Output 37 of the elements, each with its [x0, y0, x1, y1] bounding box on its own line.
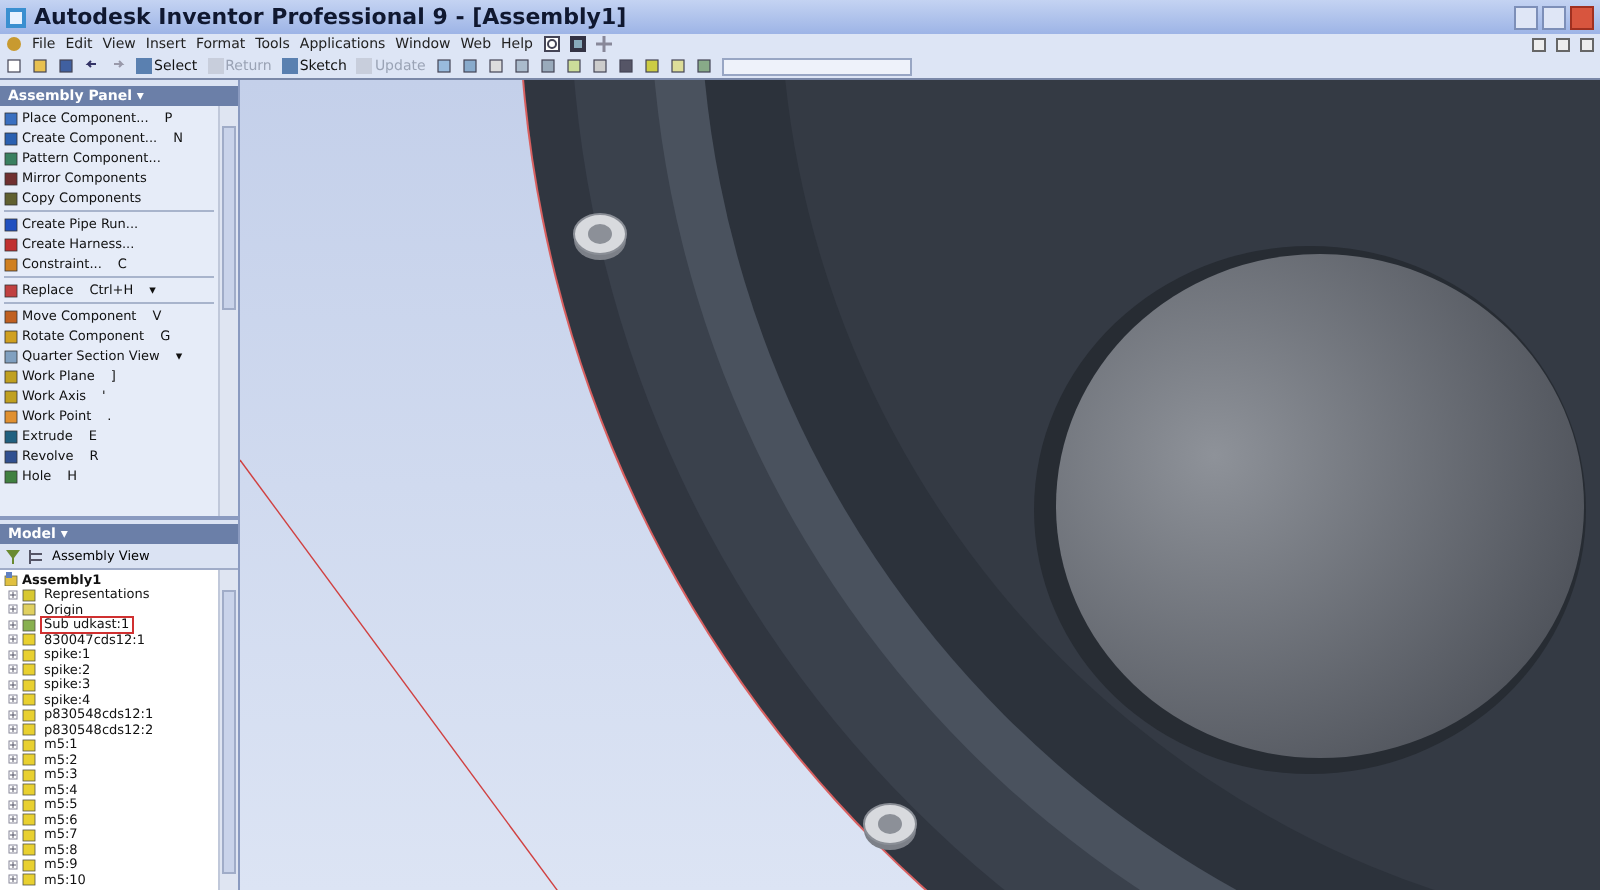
expand-icon[interactable] [8, 754, 18, 765]
window-title: Autodesk Inventor Professional 9 - [Assembly1] [34, 4, 629, 30]
expand-icon[interactable] [8, 604, 18, 615]
close-button[interactable] [1570, 5, 1594, 29]
expand-icon[interactable] [8, 829, 18, 840]
expand-icon[interactable] [8, 724, 18, 735]
expand-icon[interactable] [8, 874, 18, 885]
plus-icon [595, 36, 612, 52]
expand-icon[interactable] [8, 664, 18, 675]
expand-icon[interactable] [8, 769, 18, 780]
app-icon [6, 7, 26, 27]
expand-icon[interactable] [8, 739, 18, 750]
expand-icon[interactable] [8, 679, 18, 690]
scrollbar[interactable] [218, 106, 238, 516]
expand-icon[interactable] [8, 694, 18, 705]
tree-icon [28, 549, 44, 563]
restore-button[interactable] [1542, 5, 1566, 29]
assembly-icon [4, 572, 18, 587]
expand-icon[interactable] [8, 844, 18, 855]
color-dropdown[interactable] [721, 57, 912, 75]
expand-icon[interactable] [8, 859, 18, 870]
doc-minimize-button[interactable] [1532, 37, 1546, 51]
expand-icon[interactable] [8, 649, 18, 660]
minimize-button[interactable] [1514, 5, 1538, 29]
doc-restore-button[interactable] [1556, 37, 1570, 51]
doc-close-button[interactable] [1580, 37, 1594, 51]
expand-icon[interactable] [8, 784, 18, 795]
expand-icon[interactable] [8, 619, 18, 630]
expand-icon[interactable] [8, 709, 18, 720]
expand-icon[interactable] [8, 814, 18, 825]
expand-icon[interactable] [8, 799, 18, 810]
new-file-icon [6, 58, 22, 74]
expand-icon[interactable] [8, 634, 18, 645]
scrollbar[interactable] [218, 570, 238, 890]
expand-icon[interactable] [8, 589, 18, 600]
help-icon [543, 36, 560, 52]
filter-icon [6, 549, 20, 563]
